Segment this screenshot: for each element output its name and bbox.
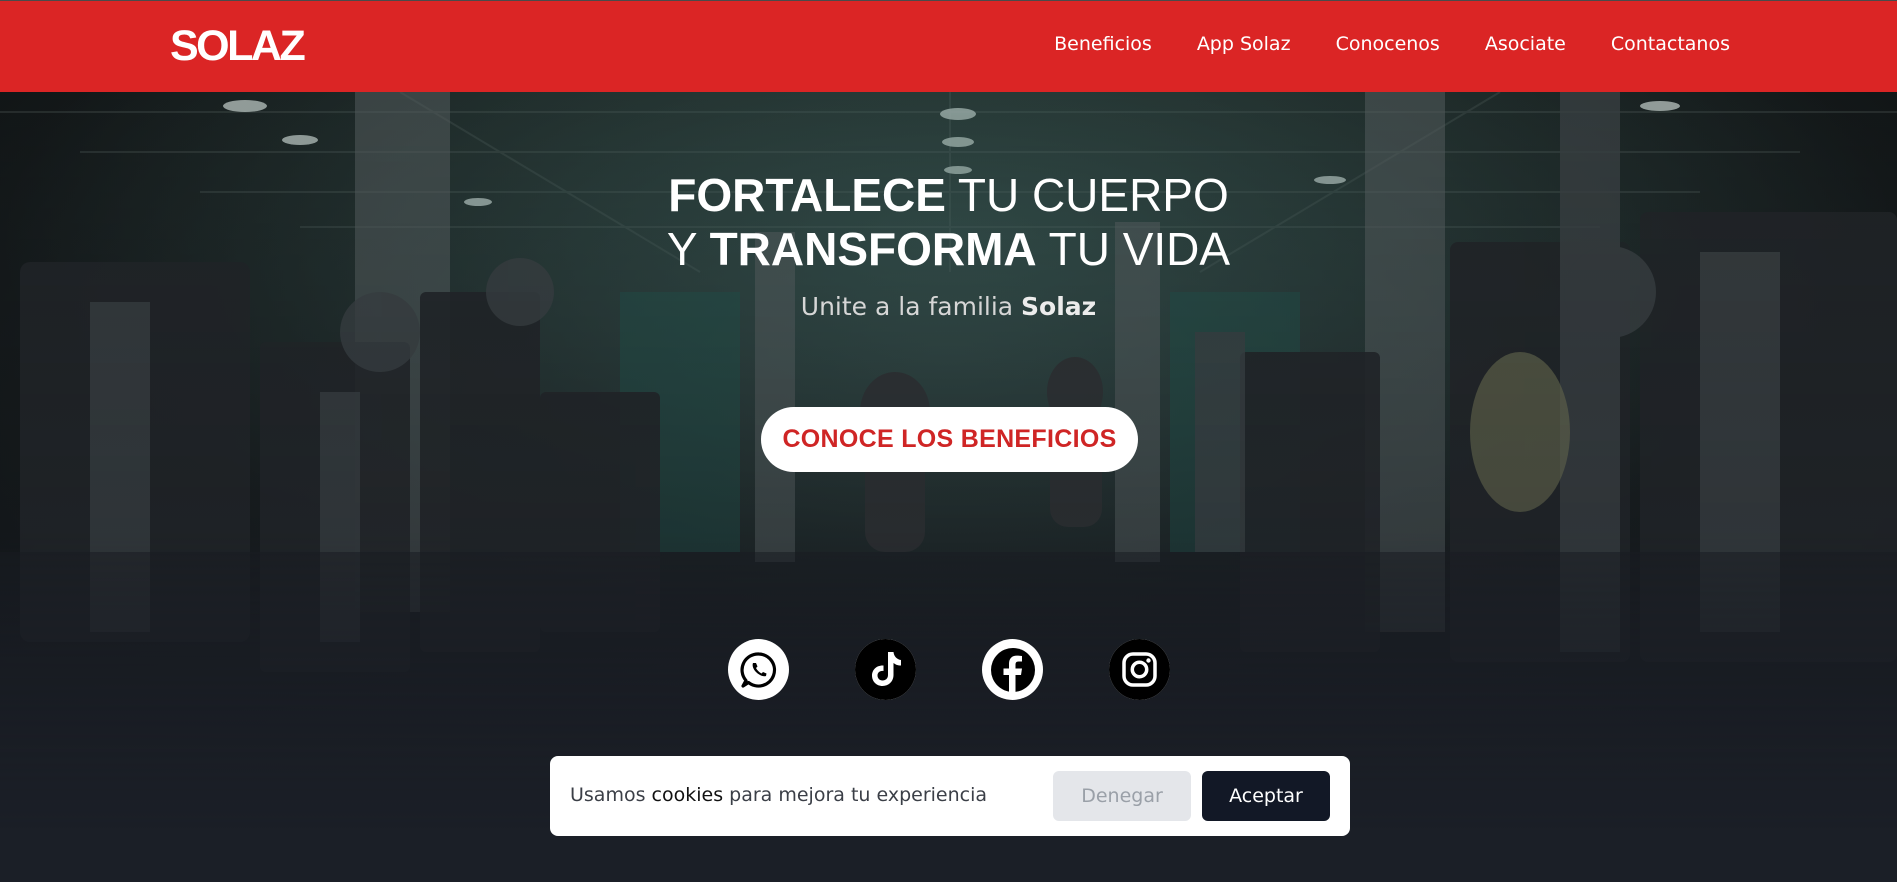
nav-link-app-solaz[interactable]: App Solaz <box>1197 33 1291 55</box>
conoce-beneficios-button[interactable]: CONOCE LOS BENEFICIOS <box>761 407 1138 472</box>
cookie-banner: Usamos cookies para mejora tu experienci… <box>550 756 1350 836</box>
whatsapp-icon <box>739 651 776 688</box>
hero-title-start-2: Y <box>666 223 710 275</box>
facebook-link[interactable] <box>982 639 1043 700</box>
hero-title: FORTALECE TU CUERPO Y TRANSFORMA TU VIDA <box>0 168 1897 276</box>
hero-subtitle-brand: Solaz <box>1021 292 1097 321</box>
instagram-icon <box>1109 639 1170 700</box>
cookie-message: Usamos cookies para mejora tu experienci… <box>570 784 987 806</box>
tiktok-icon <box>855 639 916 700</box>
nav-link-beneficios[interactable]: Beneficios <box>1054 33 1152 55</box>
hero-section: FORTALECE TU CUERPO Y TRANSFORMA TU VIDA… <box>0 92 1897 832</box>
nav-link-asociate[interactable]: Asociate <box>1485 33 1566 55</box>
cookie-message-suffix: para mejora tu experiencia <box>723 784 988 806</box>
tiktok-link[interactable] <box>855 639 916 700</box>
hero-subtitle: Unite a la familia Solaz <box>0 292 1897 321</box>
cookie-message-keyword: cookies <box>651 784 724 806</box>
whatsapp-link[interactable] <box>728 639 789 700</box>
deny-cookies-button[interactable]: Denegar <box>1053 771 1191 821</box>
hero-title-rest-1: TU CUERPO <box>945 169 1229 221</box>
hero-title-rest-2: TU VIDA <box>1036 223 1231 275</box>
nav-link-conocenos[interactable]: Conocenos <box>1336 33 1440 55</box>
facebook-icon <box>990 647 1035 692</box>
hero-title-bold-2: TRANSFORMA <box>709 223 1037 275</box>
cookie-message-prefix: Usamos <box>570 784 652 806</box>
instagram-link[interactable] <box>1109 639 1170 700</box>
hero-title-bold-1: FORTALECE <box>668 169 946 221</box>
nav-link-contactanos[interactable]: Contactanos <box>1611 33 1730 55</box>
accept-cookies-button[interactable]: Aceptar <box>1202 771 1330 821</box>
nav-menu: Beneficios App Solaz Conocenos Asociate … <box>1054 35 1730 54</box>
hero-subtitle-prefix: Unite a la familia <box>800 292 1022 321</box>
solaz-logo[interactable]: SOLAZ <box>170 25 306 68</box>
top-navbar: SOLAZ Beneficios App Solaz Conocenos Aso… <box>0 0 1897 92</box>
